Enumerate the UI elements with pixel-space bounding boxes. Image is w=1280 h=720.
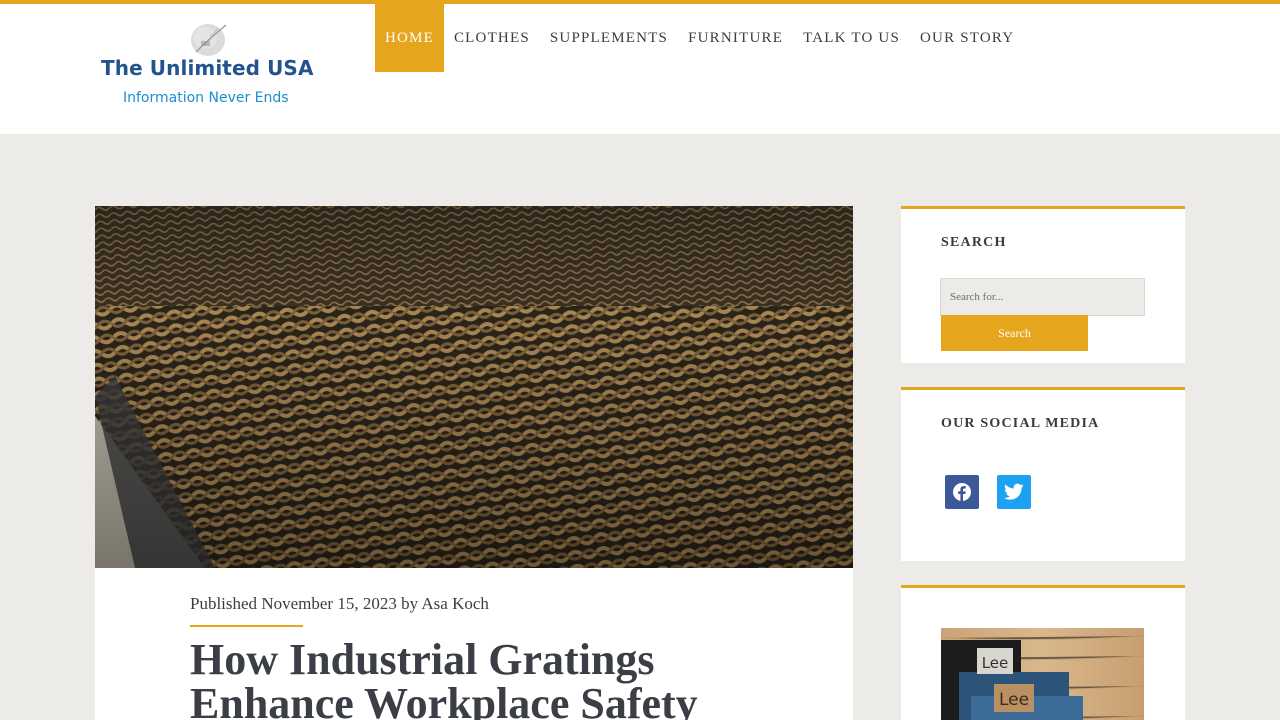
search-widget-title: SEARCH [941, 235, 1007, 250]
nav-supplements[interactable]: SUPPLEMENTS [540, 4, 678, 72]
article-card: Published November 15, 2023 by Asa Koch … [95, 206, 853, 720]
site-header: The Unlimited USA Information Never Ends… [0, 4, 1280, 134]
article-hero-image[interactable] [95, 206, 853, 568]
meta-date: November 15, 2023 [261, 594, 397, 613]
meta-published-label: Published [190, 594, 258, 613]
site-tagline: Information Never Ends [123, 90, 289, 106]
facebook-button[interactable] [945, 475, 979, 509]
site-logo[interactable]: The Unlimited USA Information Never Ends [98, 20, 318, 112]
twitter-button[interactable] [997, 475, 1031, 509]
ad-widget: Lee Lee [901, 585, 1185, 720]
twitter-icon [1004, 483, 1024, 500]
search-button[interactable]: Search [941, 315, 1088, 351]
meta-divider [190, 625, 303, 627]
main-nav: HOME CLOTHES SUPPLEMENTS FURNITURE TALK … [375, 4, 1024, 72]
search-widget: SEARCH Search [901, 206, 1185, 363]
facebook-icon [953, 483, 971, 501]
social-widget-title: OUR SOCIAL MEDIA [941, 416, 1100, 431]
nav-clothes[interactable]: CLOTHES [444, 4, 540, 72]
social-widget: OUR SOCIAL MEDIA [901, 387, 1185, 561]
nav-home[interactable]: HOME [375, 4, 444, 72]
nav-talk-to-us[interactable]: TALK TO US [793, 4, 910, 72]
lee-jeans-ad-image[interactable]: Lee Lee [941, 628, 1144, 720]
search-input[interactable] [940, 278, 1145, 316]
ad-label-top: Lee [982, 654, 1009, 672]
site-title: The Unlimited USA [101, 56, 314, 80]
pen-quill-logo-icon [191, 24, 227, 56]
ad-label-bottom: Lee [999, 690, 1029, 710]
nav-furniture[interactable]: FURNITURE [678, 4, 793, 72]
meta-author-link[interactable]: Asa Koch [421, 594, 489, 613]
article-meta: Published November 15, 2023 by Asa Koch [190, 594, 489, 614]
nav-our-story[interactable]: OUR STORY [910, 4, 1024, 72]
meta-by-label: by [401, 594, 419, 613]
article-title: How Industrial Gratings Enhance Workplac… [190, 635, 698, 720]
